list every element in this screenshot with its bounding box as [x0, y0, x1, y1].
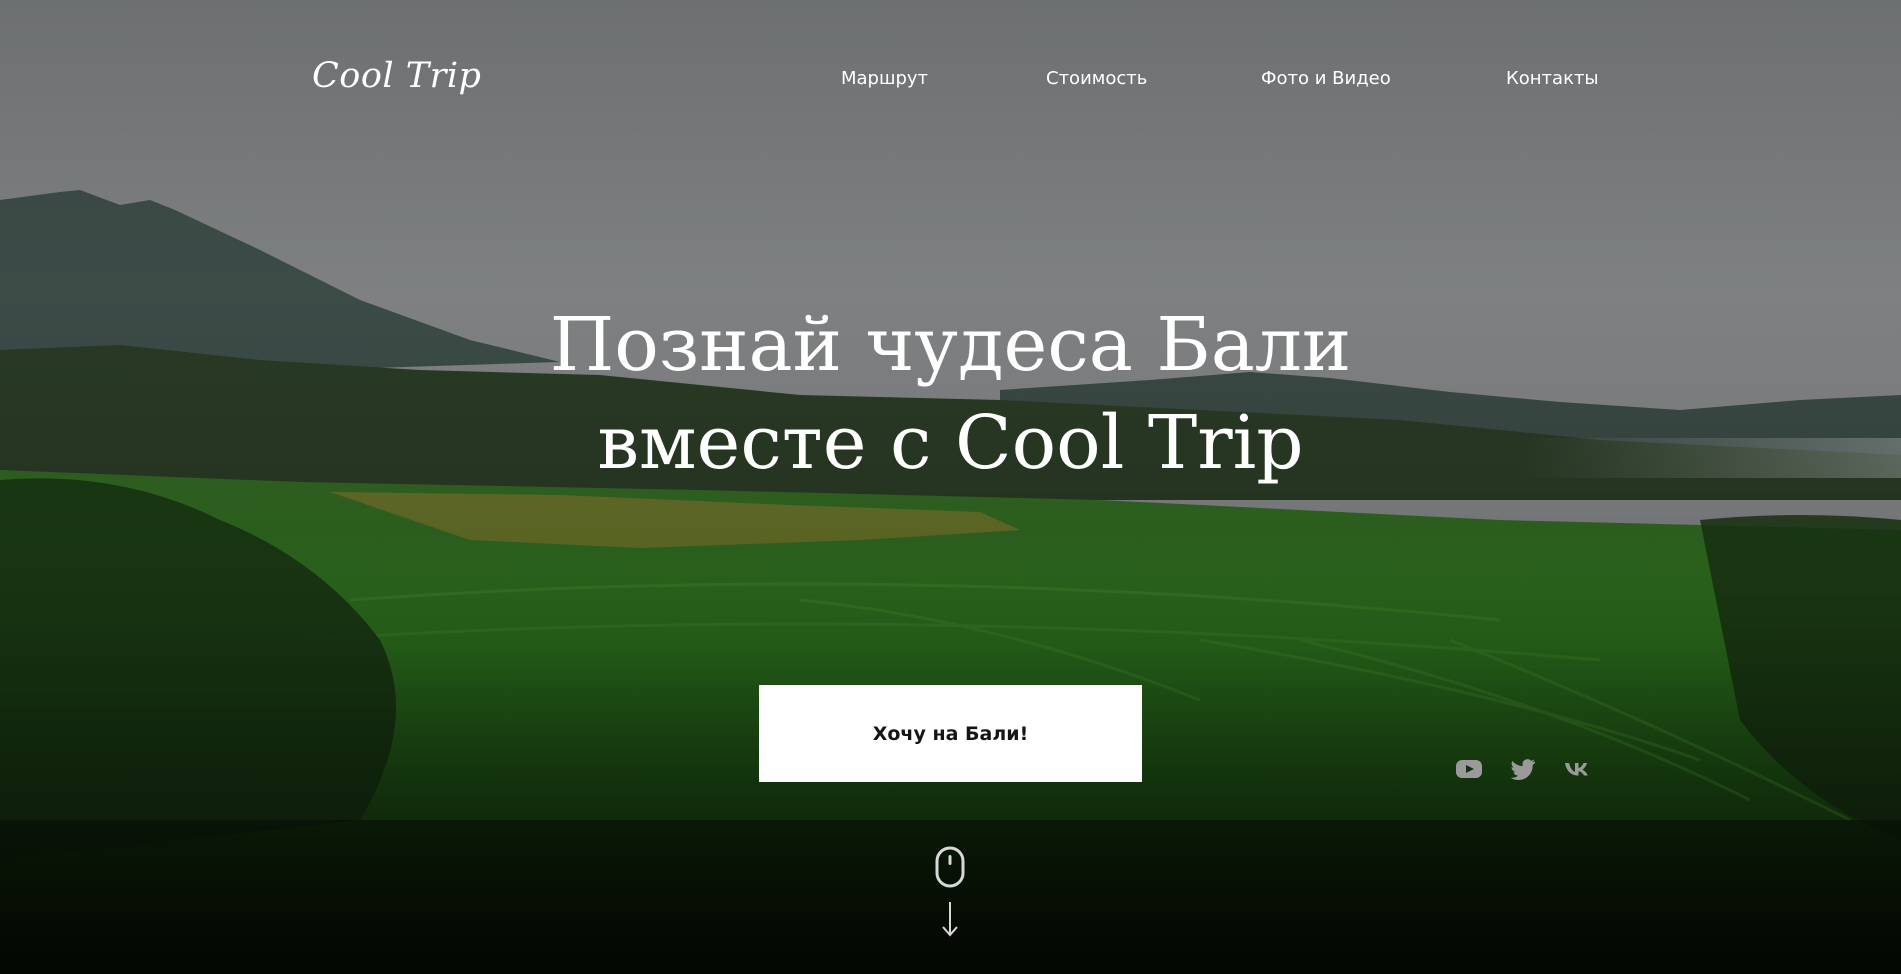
main-nav: Маршрут Стоимость Фото и Видео Контакты [0, 68, 1901, 94]
nav-item-price[interactable]: Стоимость [1046, 68, 1147, 89]
arrow-down-icon[interactable] [938, 900, 962, 938]
nav-item-route[interactable]: Маршрут [841, 68, 928, 89]
hero-headline: Познай чудеса Бали вместе с Cool Trip [0, 296, 1901, 492]
nav-item-contacts[interactable]: Контакты [1506, 68, 1599, 89]
mouse-icon [935, 846, 965, 888]
cta-button[interactable]: Хочу на Бали! [759, 685, 1142, 782]
nav-item-photo-video[interactable]: Фото и Видео [1261, 68, 1391, 89]
vk-icon[interactable] [1563, 757, 1591, 781]
hero-section: Cool Trip Маршрут Стоимость Фото и Видео… [0, 0, 1901, 974]
twitter-icon[interactable] [1509, 757, 1537, 781]
youtube-icon[interactable] [1455, 757, 1483, 781]
hero-headline-line-1: Познай чудеса Бали [549, 302, 1352, 388]
hero-headline-line-2: вместе с Cool Trip [597, 400, 1304, 486]
